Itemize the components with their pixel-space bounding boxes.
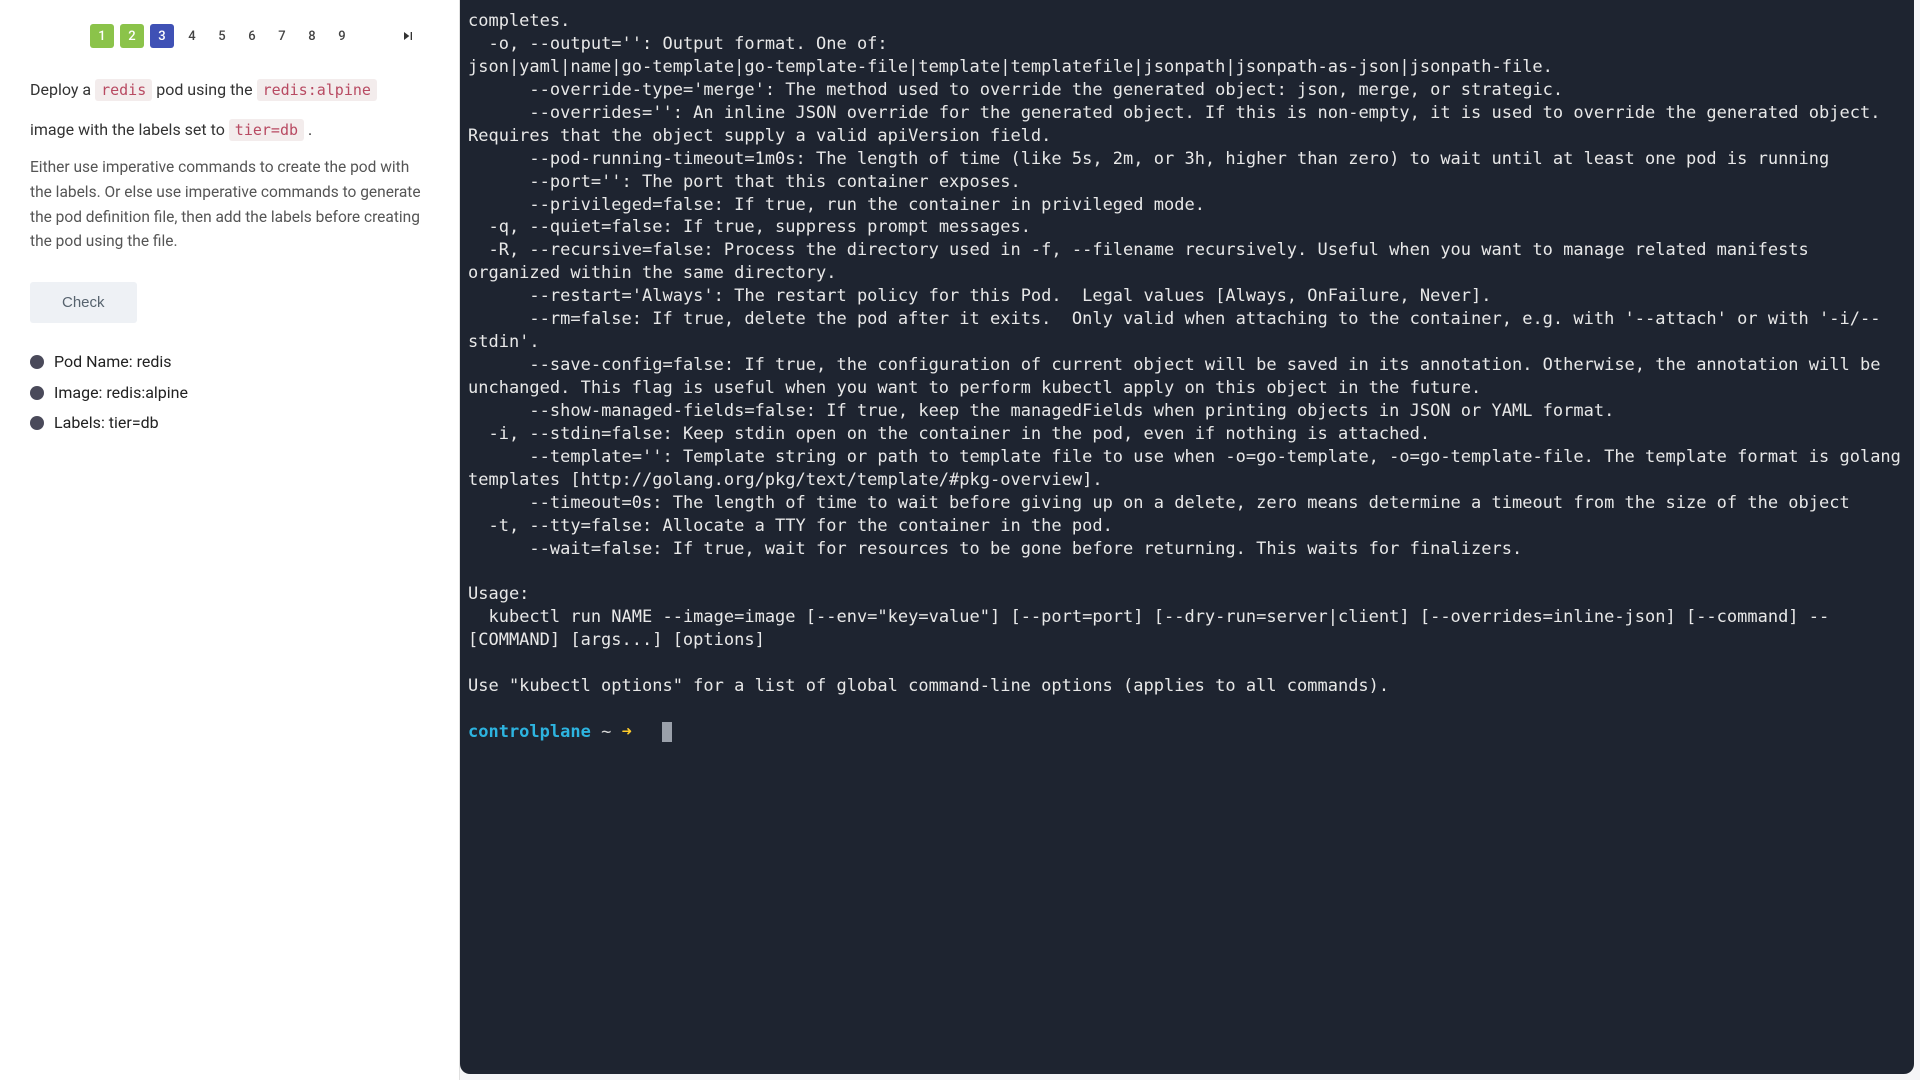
terminal[interactable]: completes. -o, --output='': Output forma… xyxy=(460,0,1914,1074)
code-label: tier=db xyxy=(229,119,304,141)
instructions-panel: 1 2 3 4 5 6 7 8 9 Deploy a redis pod usi… xyxy=(0,0,460,1080)
bullet-icon xyxy=(30,416,44,430)
pager-step-5[interactable]: 5 xyxy=(210,24,234,48)
pager-step-9[interactable]: 9 xyxy=(330,24,354,48)
task-instruction-line2: image with the labels set to tier=db . xyxy=(30,116,429,144)
terminal-output: completes. -o, --output='': Output forma… xyxy=(468,11,1911,696)
app-root: 1 2 3 4 5 6 7 8 9 Deploy a redis pod usi… xyxy=(0,0,1920,1080)
pager-step-2[interactable]: 2 xyxy=(120,24,144,48)
code-redis: redis xyxy=(95,79,152,101)
pager-next-button[interactable] xyxy=(396,24,420,48)
pager-step-4[interactable]: 4 xyxy=(180,24,204,48)
task-instruction: Deploy a redis pod using the redis:alpin… xyxy=(30,76,429,104)
step-pager: 1 2 3 4 5 6 7 8 9 xyxy=(30,24,429,48)
instr-text: Deploy a xyxy=(30,80,95,99)
skip-forward-icon xyxy=(400,28,416,44)
task-hint: Either use imperative commands to create… xyxy=(30,155,429,254)
pager-step-3[interactable]: 3 xyxy=(150,24,174,48)
list-item: Image: redis:alpine xyxy=(30,378,429,408)
instr-text: pod using the xyxy=(156,80,256,99)
pager-step-8[interactable]: 8 xyxy=(300,24,324,48)
prompt-path: ~ xyxy=(601,722,611,742)
pager-step-6[interactable]: 6 xyxy=(240,24,264,48)
prompt-arrow-icon: ➜ xyxy=(622,722,632,742)
pager-step-1[interactable]: 1 xyxy=(90,24,114,48)
check-button[interactable]: Check xyxy=(30,282,137,323)
requirement-text: Pod Name: redis xyxy=(54,347,172,377)
bullet-icon xyxy=(30,386,44,400)
instr-text: . xyxy=(308,120,312,139)
requirement-text: Image: redis:alpine xyxy=(54,378,188,408)
bullet-icon xyxy=(30,355,44,369)
list-item: Labels: tier=db xyxy=(30,408,429,438)
terminal-cursor xyxy=(662,722,672,742)
requirements-list: Pod Name: redis Image: redis:alpine Labe… xyxy=(30,347,429,438)
instr-text: image with the labels set to xyxy=(30,120,229,139)
code-image: redis:alpine xyxy=(257,79,377,101)
prompt-hostname: controlplane xyxy=(468,722,591,742)
pager-step-7[interactable]: 7 xyxy=(270,24,294,48)
list-item: Pod Name: redis xyxy=(30,347,429,377)
requirement-text: Labels: tier=db xyxy=(54,408,159,438)
